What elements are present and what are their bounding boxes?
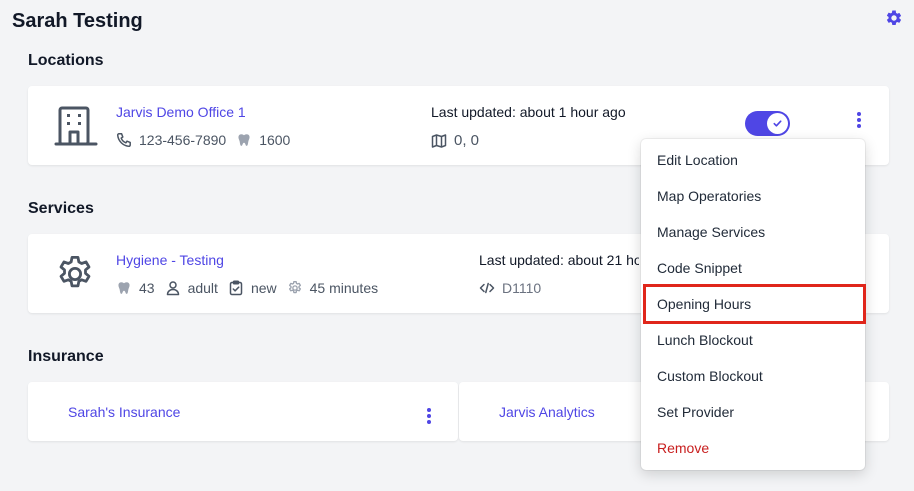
service-age-group: adult [187,280,218,296]
building-icon [54,104,98,148]
service-name-link[interactable]: Hygiene - Testing [116,252,224,268]
settings-gear-icon[interactable] [885,9,903,27]
menu-item-manage-services[interactable]: Manage Services [641,214,865,250]
service-tooth-count: 43 [139,280,155,296]
insurance-name-link[interactable]: Sarah's Insurance [68,404,180,420]
check-icon [772,118,783,129]
gear-icon [54,253,96,295]
service-code: D1110 [502,280,542,296]
service-last-updated: Last updated: about 21 ho [479,252,639,268]
menu-item-set-provider[interactable]: Set Provider [641,394,865,430]
menu-item-edit-location[interactable]: Edit Location [641,142,865,178]
location-tooth-count: 1600 [259,132,291,148]
locations-heading: Locations [28,52,104,69]
insurance-heading: Insurance [28,348,104,365]
service-duration: 45 minutes [309,280,379,296]
menu-item-lunch-blockout[interactable]: Lunch Blockout [641,322,865,358]
services-heading: Services [28,200,94,217]
tooth-icon [116,280,132,296]
menu-item-opening-hours[interactable]: Opening Hours [641,286,865,322]
location-coordinates: 0, 0 [454,132,480,149]
location-name-link[interactable]: Jarvis Demo Office 1 [116,104,246,120]
map-icon [431,133,447,149]
clipboard-check-icon [228,280,244,296]
menu-item-remove[interactable]: Remove [641,430,865,466]
menu-item-map-operatories[interactable]: Map Operatories [641,178,865,214]
insurance-more-icon[interactable] [423,405,435,427]
tooth-icon [236,132,252,148]
location-more-icon[interactable] [853,109,865,131]
menu-item-code-snippet[interactable]: Code Snippet [641,250,865,286]
code-icon [479,280,495,296]
phone-icon [116,132,132,148]
user-icon [165,280,181,296]
location-enabled-toggle[interactable] [745,111,790,136]
service-patient-type: new [250,280,277,296]
page-title: Sarah Testing [12,10,143,32]
insurance-name-link[interactable]: Jarvis Analytics [499,404,595,420]
menu-item-custom-blockout[interactable]: Custom Blockout [641,358,865,394]
location-phone: 123-456-7890 [139,132,227,148]
cog-icon [287,280,303,296]
toggle-knob [767,113,788,134]
location-actions-menu: Edit Location Map Operatories Manage Ser… [641,139,865,470]
location-last-updated: Last updated: about 1 hour ago [431,104,626,120]
